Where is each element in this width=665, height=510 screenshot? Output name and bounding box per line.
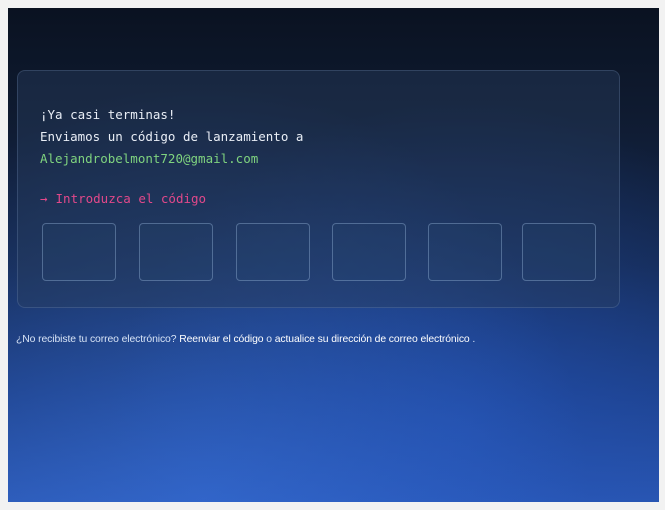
code-digit-4[interactable]	[332, 223, 406, 281]
code-digit-3[interactable]	[236, 223, 310, 281]
verification-panel: ¡Ya casi terminas! Enviamos un código de…	[17, 70, 620, 308]
resend-code-link[interactable]: Reenviar el código	[179, 334, 263, 345]
code-digit-5[interactable]	[428, 223, 502, 281]
sent-message: Enviamos un código de lanzamiento a	[40, 129, 304, 144]
panel-title: ¡Ya casi terminas!	[40, 107, 176, 122]
screen: ¡Ya casi terminas! Enviamos un código de…	[8, 8, 659, 502]
code-digit-1[interactable]	[42, 223, 116, 281]
code-prompt: → Introduzca el código	[40, 188, 206, 210]
code-digit-6[interactable]	[522, 223, 596, 281]
help-end: .	[469, 334, 476, 345]
update-email-link[interactable]: actualice su dirección de correo electró…	[275, 334, 470, 345]
help-or: o	[263, 334, 275, 345]
code-input-group	[42, 223, 599, 283]
help-question: ¿No recibiste tu correo electrónico?	[16, 334, 180, 345]
resend-help-text: ¿No recibiste tu correo electrónico? Ree…	[16, 334, 656, 345]
arrow-right-icon: →	[40, 191, 48, 206]
code-digit-2[interactable]	[139, 223, 213, 281]
code-prompt-label: Introduzca el código	[55, 191, 207, 206]
email-address: Alejandrobelmont720@gmail.com	[40, 151, 259, 166]
